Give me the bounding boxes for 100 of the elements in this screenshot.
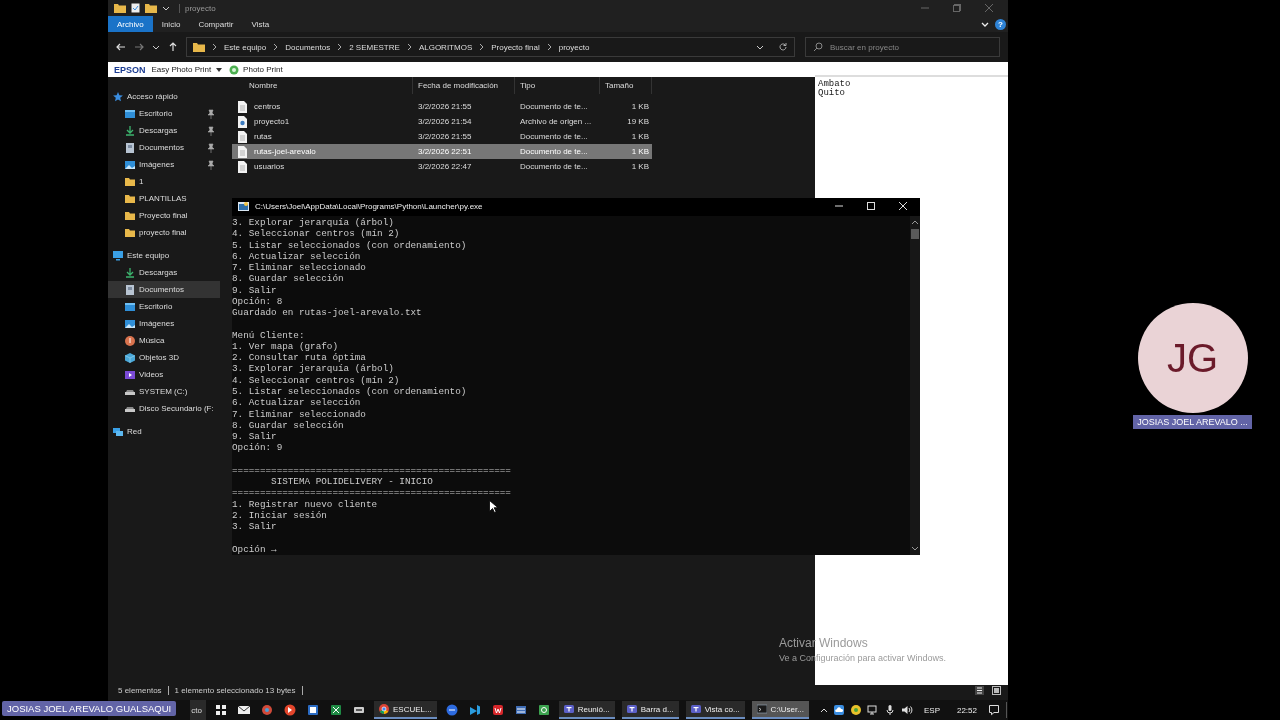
table-cell-text: 1 KB — [630, 162, 650, 171]
sidebar-item[interactable]: Red — [108, 423, 220, 440]
sidebar-item[interactable]: Proyecto final — [108, 207, 220, 224]
forward-icon[interactable] — [134, 42, 144, 52]
console-text: 3. Explorar jerarquía (árbol) — [232, 363, 394, 375]
document-icon — [125, 142, 135, 153]
folder-icon[interactable] — [145, 3, 157, 13]
app-icon[interactable] — [328, 702, 344, 718]
file-row[interactable]: rutas-joel-arevalo 3/2/2026 22:51 Documento de te... 1 KB — [232, 144, 652, 159]
sidebar-item[interactable]: Imágenes — [108, 156, 220, 173]
table-cell-text: usuarios — [253, 162, 286, 171]
up-icon[interactable] — [168, 42, 178, 52]
show-desktop-icon[interactable] — [1005, 702, 1008, 718]
caret-icon[interactable] — [162, 4, 170, 12]
address-bar[interactable]: Este equipo Documentos 2 SEMESTRE ALGORITMOS Proyecto final proyecto — [186, 37, 795, 57]
sidebar-item[interactable]: Documentos — [108, 281, 220, 298]
app-icon[interactable] — [305, 702, 321, 718]
breadcrumb-item[interactable]: ALGORITMOS — [418, 42, 473, 52]
folder-icon — [125, 176, 135, 187]
column-header[interactable]: Tipo — [515, 77, 600, 94]
ribbon-tab[interactable]: Vista — [242, 16, 279, 32]
file-row[interactable]: usuarios 3/2/2026 22:47 Documento de te... 1 KB — [232, 159, 652, 174]
details-view-icon[interactable] — [975, 685, 984, 695]
help-button[interactable]: ? — [995, 18, 1006, 30]
music-icon — [125, 335, 135, 346]
sidebar-item[interactable]: Disco Secundario (F: — [108, 400, 220, 417]
file-row[interactable]: proyecto1 3/2/2026 21:54 Archivo de origen ... 19 KB — [232, 114, 652, 129]
console-text: 7. Eliminar seleccionado — [232, 262, 366, 274]
maximize-icon[interactable] — [866, 201, 876, 211]
download-icon — [125, 267, 135, 278]
checklist-icon[interactable] — [131, 3, 140, 13]
grid-icon[interactable] — [213, 702, 229, 718]
breadcrumb-item[interactable]: Documentos — [285, 42, 331, 52]
breadcrumb-item[interactable]: proyecto — [558, 42, 590, 52]
sidebar-item[interactable]: Descargas — [108, 122, 220, 139]
text-file-icon — [237, 130, 248, 143]
sidebar-item[interactable]: Videos — [108, 366, 220, 383]
back-icon[interactable] — [116, 42, 126, 52]
breadcrumb-item[interactable]: Este equipo — [224, 42, 267, 52]
sidebar-item[interactable]: SYSTEM (C:) — [108, 383, 220, 400]
sidebar-item[interactable]: 1 — [108, 173, 220, 190]
language-indicator[interactable]: ESP — [923, 705, 940, 715]
ribbon-tab[interactable]: Compartir — [189, 16, 243, 32]
scroll-up-icon[interactable] — [911, 219, 919, 225]
taskbar-button[interactable]: ESCUEL... — [374, 701, 437, 719]
tiles-view-icon[interactable] — [992, 685, 1001, 695]
clock[interactable]: 22:52 — [956, 705, 977, 715]
scroll-thumb[interactable] — [911, 229, 919, 239]
sidebar-item[interactable]: Descargas — [108, 264, 220, 281]
scroll-down-icon[interactable] — [911, 546, 919, 552]
scrollbar[interactable] — [910, 216, 920, 555]
sidebar-item[interactable]: Objetos 3D — [108, 349, 220, 366]
sidebar-item[interactable]: PLANTILLAS — [108, 190, 220, 207]
taskbar-button[interactable]: C:\User... — [751, 701, 809, 719]
table-cell-text: 3/2/2026 21:55 — [417, 132, 473, 141]
search-field[interactable]: Buscar en proyecto — [805, 37, 1000, 57]
sidebar-item[interactable]: Documentos — [108, 139, 220, 156]
breadcrumb-item[interactable]: Proyecto final — [491, 42, 540, 52]
app-icon[interactable] — [259, 702, 275, 718]
toolbar-button[interactable]: Easy Photo Print — [151, 63, 224, 76]
caret-icon[interactable] — [981, 20, 989, 28]
sidebar-item[interactable]: Escritorio — [108, 298, 220, 315]
chevron-icon — [405, 43, 413, 51]
column-header[interactable]: Tamaño — [600, 77, 652, 94]
taskbar-button[interactable]: Reunió... — [558, 701, 615, 719]
sidebar-item[interactable]: Imágenes — [108, 315, 220, 332]
file-row[interactable]: rutas 3/2/2026 21:55 Documento de te... 1 KB — [232, 129, 652, 144]
sidebar-item[interactable]: Música — [108, 332, 220, 349]
table-cell-text: 3/2/2026 21:54 — [417, 117, 473, 126]
sidebar-item[interactable]: Acceso rápido — [108, 88, 220, 105]
notification-icon[interactable] — [988, 704, 1000, 716]
refresh-icon[interactable] — [778, 42, 788, 52]
caret-icon[interactable] — [152, 43, 160, 51]
taskbar-button[interactable]: Vista co... — [685, 701, 745, 719]
sidebar-item[interactable]: Escritorio — [108, 105, 220, 122]
caret-icon[interactable] — [756, 43, 764, 51]
status-text: 5 elementos — [118, 685, 162, 695]
file-row[interactable]: centros 3/2/2026 21:55 Documento de te... 1 KB — [232, 99, 652, 114]
sidebar-item[interactable]: proyecto final — [108, 224, 220, 241]
microphone-icon[interactable] — [883, 704, 896, 716]
ribbon-tab[interactable]: Archivo — [108, 16, 153, 32]
app-icon[interactable] — [282, 702, 298, 718]
taskbar-button[interactable]: Barra d... — [621, 701, 679, 719]
breadcrumb-item[interactable]: 2 SEMESTRE — [349, 42, 400, 52]
console-text: 9. Salir — [232, 284, 277, 296]
toolbar-button[interactable]: Photo Print — [229, 63, 283, 76]
app-icon[interactable] — [849, 704, 862, 716]
sidebar-item[interactable]: Este equipo — [108, 247, 220, 264]
cloud-icon[interactable] — [832, 704, 845, 716]
speaker-icon[interactable] — [900, 704, 913, 716]
ribbon-tab[interactable]: Inicio — [152, 16, 190, 32]
chevron-up-icon[interactable] — [819, 706, 828, 714]
column-header[interactable]: Nombre — [232, 77, 413, 94]
app-icon — [238, 200, 249, 212]
column-header[interactable]: Fecha de modificación — [413, 77, 515, 94]
search-field[interactable]: cto — [190, 700, 206, 720]
table-cell-text: 3/2/2026 22:51 — [417, 147, 473, 156]
network-icon[interactable] — [866, 704, 879, 716]
chat-icon — [626, 704, 637, 714]
console-text: 2. Consultar ruta óptima — [232, 352, 366, 364]
